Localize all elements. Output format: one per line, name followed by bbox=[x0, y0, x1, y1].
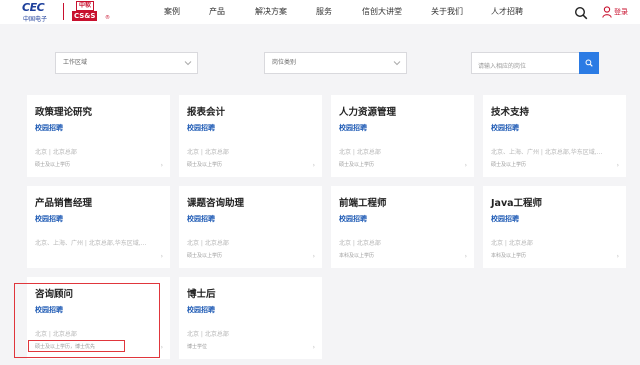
job-type: 校园招聘 bbox=[491, 215, 519, 223]
job-location: 北京 | 北京总部 bbox=[187, 149, 229, 156]
job-card[interactable]: 政策理论研究 校园招聘 北京 | 北京总部 硕士及以上学历 › bbox=[27, 95, 170, 177]
chevron-right-icon: › bbox=[160, 344, 163, 351]
css-logo-top: 中软 bbox=[76, 1, 95, 11]
job-card[interactable]: Java工程师 校园招聘 北京 | 北京总部 本科及以上学历 › bbox=[483, 186, 626, 268]
nav-about-us[interactable]: 关于我们 bbox=[431, 0, 463, 24]
site-header: CEC 中国电子 中软 CS&S ® 案例 产品 解决方案 服务 信创大讲堂 关… bbox=[0, 0, 640, 24]
job-card[interactable]: 产品销售经理 校园招聘 北京、上海、广州 | 北京总部,华东区域,... › bbox=[27, 186, 170, 268]
job-card[interactable]: 咨询顾问 校园招聘 北京 | 北京总部 硕士及以上学历，博士优先 › bbox=[27, 277, 170, 359]
category-select[interactable]: 岗位类别 bbox=[264, 52, 407, 74]
job-title: 人力资源管理 bbox=[339, 107, 397, 118]
job-location: 北京、上海、广州 | 北京总部,华东区域,... bbox=[491, 149, 603, 156]
job-search-field[interactable] bbox=[471, 52, 579, 77]
nav-services[interactable]: 服务 bbox=[316, 0, 332, 24]
chevron-right-icon: › bbox=[160, 253, 163, 260]
job-card[interactable]: 人力资源管理 校园招聘 北京 | 北京总部 硕士及以上学历 › bbox=[331, 95, 474, 177]
job-location: 北京 | 北京总部 bbox=[339, 149, 381, 156]
job-card[interactable]: 博士后 校园招聘 北京 | 北京总部 博士学位 › bbox=[179, 277, 322, 359]
job-education: 本科及以上学历 bbox=[339, 253, 375, 259]
job-title: 产品销售经理 bbox=[35, 198, 93, 209]
job-title: 报表会计 bbox=[187, 107, 226, 118]
job-type: 校园招聘 bbox=[187, 306, 215, 314]
job-type: 校园招聘 bbox=[339, 215, 367, 223]
nav-careers[interactable]: 人才招聘 bbox=[491, 0, 523, 24]
job-type: 校园招聘 bbox=[187, 124, 215, 132]
job-location: 北京 | 北京总部 bbox=[187, 240, 229, 247]
job-type: 校园招聘 bbox=[187, 215, 215, 223]
chevron-right-icon: › bbox=[616, 253, 619, 260]
job-location: 北京 | 北京总部 bbox=[35, 149, 77, 156]
job-title: 前端工程师 bbox=[339, 198, 387, 209]
cec-logo-text: CEC bbox=[22, 1, 45, 14]
job-location: 北京、上海、广州 | 北京总部,华东区域,... bbox=[35, 240, 147, 247]
chevron-right-icon: › bbox=[312, 162, 315, 169]
job-type: 校园招聘 bbox=[491, 124, 519, 132]
job-location: 北京 | 北京总部 bbox=[187, 331, 229, 338]
chevron-down-icon bbox=[393, 61, 401, 66]
login-button[interactable]: 登录 bbox=[602, 4, 628, 20]
job-card[interactable]: 技术支持 校园招聘 北京、上海、广州 | 北京总部,华东区域,... 硕士及以上… bbox=[483, 95, 626, 177]
nav-solutions[interactable]: 解决方案 bbox=[255, 0, 287, 24]
filter-bar: 工作区域 岗位类别 bbox=[0, 40, 640, 80]
job-search-input[interactable] bbox=[472, 56, 579, 77]
css-logo-registered: ® bbox=[105, 15, 110, 21]
job-search-button[interactable] bbox=[579, 52, 599, 74]
job-title: Java工程师 bbox=[491, 198, 543, 209]
job-title: 技术支持 bbox=[491, 107, 530, 118]
chevron-right-icon: › bbox=[464, 253, 467, 260]
job-title: 政策理论研究 bbox=[35, 107, 93, 118]
job-title: 课题咨询助理 bbox=[187, 198, 245, 209]
header-search-button[interactable] bbox=[574, 5, 588, 20]
chevron-down-icon bbox=[184, 61, 192, 66]
chevron-right-icon: › bbox=[312, 253, 315, 260]
nav-cases[interactable]: 案例 bbox=[164, 0, 180, 24]
search-icon bbox=[585, 59, 593, 67]
job-type: 校园招聘 bbox=[35, 215, 63, 223]
logo-divider bbox=[63, 3, 64, 20]
job-location: 北京 | 北京总部 bbox=[35, 331, 77, 338]
cec-logo[interactable]: CEC 中国电子 bbox=[22, 1, 58, 23]
job-education: 硕士及以上学历 bbox=[187, 162, 223, 168]
css-logo[interactable]: 中软 CS&S ® bbox=[70, 1, 110, 23]
job-education: 硕士及以上学历 bbox=[339, 162, 375, 168]
chevron-right-icon: › bbox=[160, 162, 163, 169]
user-icon bbox=[602, 6, 612, 18]
job-location: 北京 | 北京总部 bbox=[491, 240, 533, 247]
job-card[interactable]: 报表会计 校园招聘 北京 | 北京总部 硕士及以上学历 › bbox=[179, 95, 322, 177]
job-title: 咨询顾问 bbox=[35, 289, 74, 300]
nav-lecture-hall[interactable]: 信创大讲堂 bbox=[362, 0, 402, 24]
cec-logo-subtext: 中国电子 bbox=[23, 16, 48, 23]
job-education: 硕士及以上学历 bbox=[491, 162, 527, 168]
job-type: 校园招聘 bbox=[35, 306, 63, 314]
css-logo-bottom: CS&S bbox=[72, 11, 98, 21]
job-title: 博士后 bbox=[187, 289, 216, 300]
job-type: 校园招聘 bbox=[35, 124, 63, 132]
job-education: 硕士及以上学历 bbox=[35, 162, 71, 168]
category-select-placeholder: 岗位类别 bbox=[272, 59, 297, 66]
area-select-placeholder: 工作区域 bbox=[63, 59, 88, 66]
job-education: 硕士及以上学历 bbox=[187, 253, 223, 259]
area-select[interactable]: 工作区域 bbox=[55, 52, 198, 74]
job-education: 博士学位 bbox=[187, 344, 208, 350]
job-card[interactable]: 课题咨询助理 校园招聘 北京 | 北京总部 硕士及以上学历 › bbox=[179, 186, 322, 268]
job-location: 北京 | 北京总部 bbox=[339, 240, 381, 247]
chevron-right-icon: › bbox=[464, 162, 467, 169]
job-card[interactable]: 前端工程师 校园招聘 北京 | 北京总部 本科及以上学历 › bbox=[331, 186, 474, 268]
chevron-right-icon: › bbox=[616, 162, 619, 169]
chevron-right-icon: › bbox=[312, 344, 315, 351]
login-label: 登录 bbox=[614, 8, 628, 16]
job-education: 硕士及以上学历，博士优先 bbox=[35, 344, 96, 350]
job-type: 校园招聘 bbox=[339, 124, 367, 132]
nav-products[interactable]: 产品 bbox=[209, 0, 225, 24]
job-education: 本科及以上学历 bbox=[491, 253, 527, 259]
search-icon bbox=[574, 6, 588, 20]
